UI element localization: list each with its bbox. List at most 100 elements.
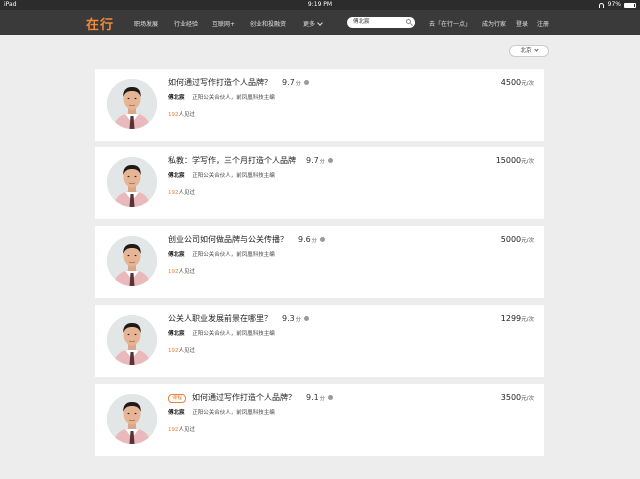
score-unit: 分 <box>319 159 325 165</box>
price-value: 3500 <box>500 393 522 402</box>
title-row: 课程 如何通过写作打造个人品牌？ 9.1分 <box>168 392 333 404</box>
price-unit: 元/次 <box>521 396 534 402</box>
price: 4500元/次 <box>501 78 534 87</box>
nav-link-become-expert[interactable]: 成为行家 <box>482 19 506 28</box>
search-input[interactable]: 傅北宸 <box>347 17 415 28</box>
nav-item-more[interactable]: 更多 <box>303 19 323 28</box>
avatar[interactable] <box>107 315 157 365</box>
score-value: 9.7 <box>282 78 295 87</box>
author-name[interactable]: 傅北宸 <box>168 173 185 179</box>
status-bar: iPad 9:19 PM 97% <box>0 0 640 10</box>
status-time: 9:19 PM <box>307 1 333 8</box>
met-text: 人见过 <box>178 269 196 275</box>
info-icon[interactable] <box>319 237 325 242</box>
price: 15000元/次 <box>496 156 534 165</box>
battery-icon <box>624 2 636 8</box>
tag-badge: 课程 <box>168 394 187 403</box>
price-unit: 元/次 <box>521 238 534 244</box>
rating-score: 9.7分 <box>282 78 301 87</box>
nav-item-startup[interactable]: 创业和投融资 <box>250 19 286 28</box>
nav-link-register[interactable]: 注册 <box>537 19 549 28</box>
status-right: 97% <box>598 0 636 10</box>
author-name[interactable]: 傅北宸 <box>168 95 185 101</box>
avatar[interactable] <box>107 79 157 129</box>
price-unit: 元/次 <box>521 159 534 165</box>
chevron-down-icon <box>533 47 539 52</box>
author-desc: 正阳公关合伙人，前凤凰科技主编 <box>192 252 275 258</box>
city-label: 北京 <box>520 48 532 54</box>
expert-card[interactable]: 课程 如何通过写作打造个人品牌？ 9.1分 傅北宸 正阳公关合伙人，前凤凰科技主… <box>95 384 544 456</box>
topic-title[interactable]: 创业公司如何做品牌与公关传播？ <box>168 234 288 245</box>
author-row: 傅北宸 正阳公关合伙人，前凤凰科技主编 <box>168 171 275 179</box>
price: 1299元/次 <box>501 314 534 323</box>
met-count: 192 <box>168 269 179 275</box>
info-icon[interactable] <box>303 80 309 85</box>
rating-score: 9.7分 <box>306 156 325 165</box>
avatar[interactable] <box>107 394 157 444</box>
top-nav: 在行 职场发展 行业经验 互联网+ 创业和投融资 更多 傅北宸 去「在行一点」 … <box>0 10 640 35</box>
author-desc: 正阳公关合伙人，前凤凰科技主编 <box>192 331 275 337</box>
search-value: 傅北宸 <box>353 19 370 25</box>
author-desc: 正阳公关合伙人，前凤凰科技主编 <box>192 95 275 101</box>
met-text: 人见过 <box>178 348 196 354</box>
nav-item-career[interactable]: 职场发展 <box>134 19 158 28</box>
score-value: 9.6 <box>298 235 311 244</box>
score-unit: 分 <box>311 238 317 244</box>
met-count-row: 192人见过 <box>168 267 195 275</box>
price-value: 4500 <box>500 78 522 87</box>
author-row: 傅北宸 正阳公关合伙人，前凤凰科技主编 <box>168 93 275 101</box>
price: 5000元/次 <box>501 235 534 244</box>
author-row: 傅北宸 正阳公关合伙人，前凤凰科技主编 <box>168 329 275 337</box>
price-value: 15000 <box>495 156 522 165</box>
score-value: 9.3 <box>282 314 295 323</box>
city-selector[interactable]: 北京 <box>509 45 549 57</box>
met-count: 192 <box>168 190 179 196</box>
avatar[interactable] <box>107 157 157 207</box>
expert-card[interactable]: 公关人职业发展前景在哪里？ 9.3分 傅北宸 正阳公关合伙人，前凤凰科技主编 1… <box>95 305 544 377</box>
met-text: 人见过 <box>178 112 196 118</box>
nav-link-login[interactable]: 登录 <box>516 19 528 28</box>
met-count-row: 192人见过 <box>168 110 195 118</box>
rating-score: 9.3分 <box>282 314 301 323</box>
topic-title[interactable]: 私教：学写作，三个月打造个人品牌 <box>168 155 296 166</box>
price-value: 1299 <box>500 314 522 323</box>
score-value: 9.1 <box>306 393 319 402</box>
avatar[interactable] <box>107 236 157 286</box>
score-unit: 分 <box>295 81 301 87</box>
expert-card[interactable]: 私教：学写作，三个月打造个人品牌 9.7分 傅北宸 正阳公关合伙人，前凤凰科技主… <box>95 147 544 219</box>
nav-item-industry[interactable]: 行业经验 <box>174 19 198 28</box>
search-icon[interactable] <box>406 19 411 24</box>
info-icon[interactable] <box>327 158 333 163</box>
expert-card[interactable]: 如何通过写作打造个人品牌？ 9.7分 傅北宸 正阳公关合伙人，前凤凰科技主编 1… <box>95 69 544 141</box>
nav-item-internet[interactable]: 互联网+ <box>212 19 235 28</box>
topic-title[interactable]: 如何通过写作打造个人品牌？ <box>192 392 296 403</box>
author-name[interactable]: 傅北宸 <box>168 410 185 416</box>
met-count-row: 192人见过 <box>168 425 195 433</box>
author-desc: 正阳公关合伙人，前凤凰科技主编 <box>192 173 275 179</box>
author-name[interactable]: 傅北宸 <box>168 252 185 258</box>
author-row: 傅北宸 正阳公关合伙人，前凤凰科技主编 <box>168 408 275 416</box>
price: 3500元/次 <box>501 393 534 402</box>
wifi-icon <box>598 2 605 8</box>
info-icon[interactable] <box>327 395 333 400</box>
author-name[interactable]: 傅北宸 <box>168 331 185 337</box>
met-text: 人见过 <box>178 427 196 433</box>
rating-score: 9.6分 <box>298 235 317 244</box>
author-desc: 正阳公关合伙人，前凤凰科技主编 <box>192 410 275 416</box>
info-icon[interactable] <box>303 316 309 321</box>
topic-title[interactable]: 公关人职业发展前景在哪里？ <box>168 313 272 324</box>
chevron-down-icon <box>317 20 323 26</box>
met-count: 192 <box>168 427 179 433</box>
nav-link-yidian[interactable]: 去「在行一点」 <box>429 19 471 28</box>
expert-card[interactable]: 创业公司如何做品牌与公关传播？ 9.6分 傅北宸 正阳公关合伙人，前凤凰科技主编… <box>95 226 544 298</box>
title-row: 公关人职业发展前景在哪里？ 9.3分 <box>168 313 309 324</box>
price-unit: 元/次 <box>521 317 534 323</box>
score-value: 9.7 <box>306 156 319 165</box>
title-row: 创业公司如何做品牌与公关传播？ 9.6分 <box>168 234 325 245</box>
title-row: 私教：学写作，三个月打造个人品牌 9.7分 <box>168 155 333 166</box>
met-count-row: 192人见过 <box>168 188 195 196</box>
topic-title[interactable]: 如何通过写作打造个人品牌？ <box>168 77 272 88</box>
author-row: 傅北宸 正阳公关合伙人，前凤凰科技主编 <box>168 250 275 258</box>
nav-more-label: 更多 <box>303 21 316 28</box>
logo[interactable]: 在行 <box>86 14 114 33</box>
